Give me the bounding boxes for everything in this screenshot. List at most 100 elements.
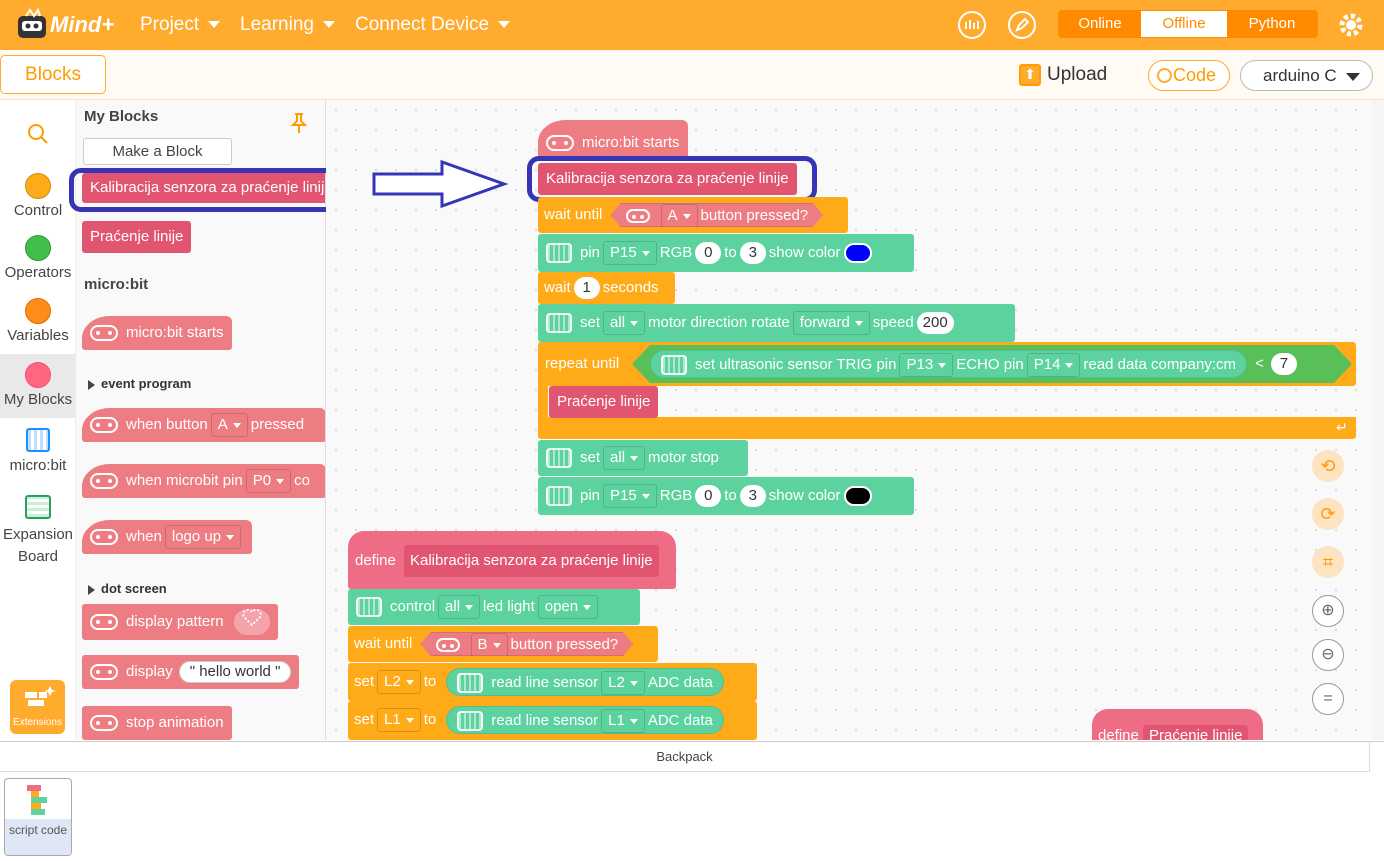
text-input[interactable]: " hello world " [178,661,292,684]
number-input[interactable]: 7 [1270,353,1297,376]
microbit-icon [436,638,460,652]
mode-offline[interactable]: Offline [1141,11,1227,37]
control-led-block[interactable]: control all led light open [348,589,640,625]
call-line-follow-block[interactable]: Praćenje linije [549,386,659,418]
display-text-block[interactable]: display " hello world " [82,655,300,689]
board-select[interactable]: arduino C [1240,60,1373,91]
define-line-follow-block[interactable]: define Praćenje linije [1092,709,1263,740]
menu-project[interactable]: Project [140,0,221,50]
make-a-block-button[interactable]: Make a Block [83,138,232,165]
crop-icon[interactable]: ⌗ [1312,546,1344,578]
variable-dropdown[interactable]: L2 [377,670,421,695]
number-input[interactable]: 3 [739,485,766,508]
stop-animation-block[interactable]: stop animation [82,706,232,740]
redo-icon[interactable]: ⟳ [1312,498,1344,530]
logo-dropdown[interactable]: logo up [164,525,242,550]
heart-pattern-icon[interactable] [233,608,270,636]
set-l1-block[interactable]: set L1 to read line sensor L1 ADC data [348,701,757,740]
when-button-block[interactable]: when button Apressed [82,408,325,442]
undo-icon[interactable]: ⟲ [1312,450,1344,482]
pin-rgb-black-block[interactable]: pin P15 RGB 0 to 3 show color [538,477,914,515]
chart-icon[interactable] [958,11,986,39]
menu-connect-device[interactable]: Connect Device [355,0,511,50]
pin-dropdown[interactable]: P15 [603,484,657,509]
event-program-section[interactable]: event program [88,376,191,391]
wait-until-a-block[interactable]: wait until Abutton pressed? [538,197,848,233]
search-icon[interactable] [26,122,50,146]
motor-dropdown[interactable]: all [603,311,646,336]
number-input[interactable]: 1 [573,277,600,300]
color-swatch-black[interactable] [844,486,873,507]
category-operators-label: Operators [4,264,72,281]
motor-dropdown[interactable]: all [603,446,646,471]
zoom-out-icon[interactable]: ⊖ [1312,639,1344,671]
number-input[interactable]: 0 [695,242,722,265]
motor-stop-block[interactable]: set all motor stop [538,440,748,476]
zoom-in-icon[interactable]: ⊕ [1312,595,1344,627]
ultrasonic-expression: set ultrasonic sensor TRIG pin P13 ECHO pi… [650,348,1300,380]
button-dropdown[interactable]: B [471,633,508,657]
variable-dropdown[interactable]: L1 [377,708,421,733]
category-expansion-board[interactable]: Expansion Board [0,495,76,568]
button-dropdown[interactable]: A [661,204,698,228]
pin-dropdown[interactable]: P15 [603,241,657,266]
sensor-dropdown[interactable]: L1 [601,709,645,734]
backpack-item[interactable]: script code [4,778,72,856]
block-text: read line sensor [491,674,599,692]
category-control[interactable]: Control [0,173,76,219]
line-sensor-reporter[interactable]: read line sensor L2 ADC data [446,668,724,697]
pin-icon[interactable] [290,112,308,134]
button-dropdown[interactable]: A [210,413,248,438]
wait-seconds-block[interactable]: wait 1 seconds [538,272,675,304]
when-logo-block[interactable]: when logo up [82,520,253,554]
backpack-panel: Backpack script code [0,741,1384,861]
zoom-reset-icon[interactable]: = [1312,683,1344,715]
microbit-starts-hat[interactable]: micro:bit starts [538,120,688,160]
block-text: to [724,244,737,261]
menu-learning[interactable]: Learning [240,0,335,50]
gear-icon[interactable] [1337,11,1365,39]
number-input[interactable]: 3 [739,242,766,265]
category-my-blocks[interactable]: My Blocks [0,354,76,418]
number-input[interactable]: 0 [695,485,722,508]
dot-screen-section[interactable]: dot screen [88,581,167,596]
code-button[interactable]: Code [1148,60,1230,91]
set-l2-block[interactable]: set L2 to read line sensor L2 ADC data [348,663,757,701]
block-text: speed [872,314,914,331]
sensor-dropdown[interactable]: L2 [601,671,645,696]
motor-direction-block[interactable]: set all motor direction rotate forward speed… [538,304,1015,342]
when-pin-block[interactable]: when microbit pin P0 co [82,464,325,498]
trig-pin-dropdown[interactable]: P13 [899,353,954,378]
pin-dropdown[interactable]: P0 [245,469,292,494]
pin-rgb-blue-block[interactable]: pin P15 RGB 0 to 3 show color [538,234,914,272]
microbit-starts-block[interactable]: micro:bit starts [82,316,232,350]
category-variables[interactable]: Variables [0,298,76,344]
ultrasonic-reporter[interactable]: set ultrasonic sensor TRIG pin P13 ECHO pi… [650,350,1247,379]
category-operators[interactable]: Operators [0,235,76,281]
custom-block-line-follow[interactable]: Praćenje linije [82,221,192,253]
button-pressed-condition[interactable]: Abutton pressed? [611,203,824,227]
upload-button[interactable]: ⬆ Upload [1019,60,1107,90]
echo-pin-dropdown[interactable]: P14 [1026,353,1081,378]
number-input[interactable]: 200 [916,312,954,335]
state-dropdown[interactable]: open [537,595,599,620]
mode-online[interactable]: Online [1059,11,1141,37]
display-pattern-block[interactable]: display pattern [82,604,278,640]
wait-until-b-block[interactable]: wait until Bbutton pressed? [348,626,658,662]
highlight-box [69,168,347,212]
led-dropdown[interactable]: all [438,595,481,620]
workspace-scrollbar[interactable] [1372,100,1384,740]
direction-dropdown[interactable]: forward [792,311,870,336]
category-microbit[interactable]: micro:bit [0,428,76,474]
define-name-block[interactable]: Kalibracija senzora za praćenje linije [404,545,659,577]
button-pressed-condition[interactable]: Bbutton pressed? [421,632,634,656]
mode-python[interactable]: Python [1227,11,1317,37]
block-text: show color [768,244,841,261]
edit-icon[interactable] [1008,11,1036,39]
extensions-button[interactable]: Extensions [10,680,65,734]
arrow-right-icon [372,159,509,209]
color-swatch-blue[interactable] [844,243,873,264]
line-sensor-reporter[interactable]: read line sensor L1 ADC data [446,706,724,735]
backpack-title[interactable]: Backpack [0,742,1370,772]
tab-blocks[interactable]: Blocks [0,55,106,94]
